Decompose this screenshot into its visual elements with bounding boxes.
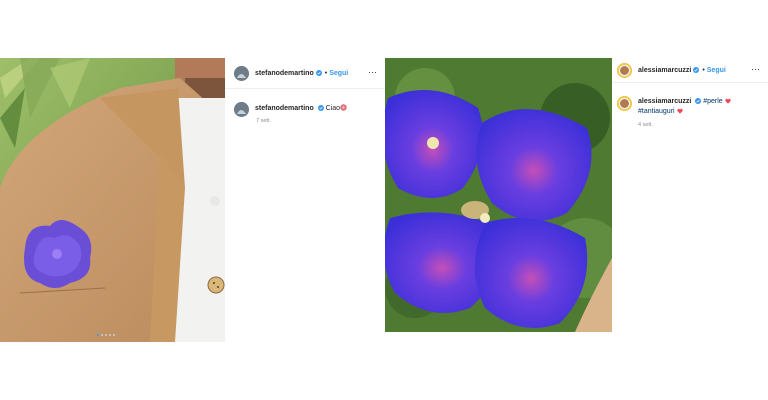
post-photo-morning-glory[interactable]: [385, 58, 612, 332]
avatar[interactable]: [234, 65, 249, 81]
post-header: stefanodemartino • Segui ···: [225, 58, 385, 89]
avatar[interactable]: [234, 102, 249, 117]
more-options-icon[interactable]: ···: [368, 67, 377, 77]
more-options-icon[interactable]: ···: [751, 64, 760, 74]
caption: stefanodemartino Ciao: [234, 102, 347, 117]
verified-badge-icon: [317, 105, 324, 111]
post-header: alessiamarcuzzi • Segui ···: [612, 58, 768, 83]
post-sidebar: alessiamarcuzzi • Segui ··· alessiamarcu…: [612, 58, 768, 332]
blossom-emoji-icon: [340, 104, 347, 111]
hashtag-link[interactable]: #tantiauguri: [638, 108, 675, 115]
username-link[interactable]: alessiamarcuzzi: [638, 67, 691, 74]
caption-text: stefanodemartino Ciao: [255, 104, 347, 114]
separator-dot: •: [702, 66, 705, 74]
verified-badge-icon: [693, 67, 700, 73]
carousel-dot[interactable]: [109, 334, 111, 336]
caption-text: alessiamarcuzzi #perle #tantiauguri: [638, 97, 731, 117]
heart-emoji-icon: [724, 98, 731, 104]
heart-emoji-icon: [676, 108, 683, 114]
hashtag-link[interactable]: #perle: [703, 98, 722, 105]
post-alessiamarcuzzi: alessiamarcuzzi • Segui ··· alessiamarcu…: [385, 58, 768, 332]
post-timestamp[interactable]: 4 sett.: [638, 122, 653, 128]
carousel-dots: [97, 334, 115, 336]
username-link[interactable]: stefanodemartino: [255, 70, 314, 77]
avatar[interactable]: [617, 62, 632, 78]
follow-button[interactable]: Segui: [329, 70, 348, 77]
jacket-flower-image: [0, 58, 225, 342]
verified-badge-icon: [695, 98, 702, 104]
follow-button[interactable]: Segui: [707, 67, 726, 74]
post-stefanodemartino: stefanodemartino • Segui ··· stefanodema…: [0, 58, 385, 342]
caption-username[interactable]: alessiamarcuzzi: [638, 98, 691, 105]
post-photo-jacket-flower[interactable]: [0, 58, 225, 342]
carousel-dot[interactable]: [113, 334, 115, 336]
post-sidebar: stefanodemartino • Segui ··· stefanodema…: [225, 58, 385, 342]
post-timestamp[interactable]: 7 sett.: [256, 118, 271, 124]
carousel-dot[interactable]: [105, 334, 107, 336]
separator-dot: •: [324, 69, 328, 77]
carousel-dot[interactable]: [97, 334, 99, 336]
caption: alessiamarcuzzi #perle #tantiauguri: [617, 96, 731, 117]
verified-badge-icon: [315, 70, 322, 76]
caption-username[interactable]: stefanodemartino: [255, 105, 314, 112]
carousel-dot[interactable]: [101, 334, 103, 336]
morning-glory-image: [385, 58, 612, 332]
caption-message: Ciao: [325, 105, 341, 112]
avatar[interactable]: [617, 96, 632, 111]
